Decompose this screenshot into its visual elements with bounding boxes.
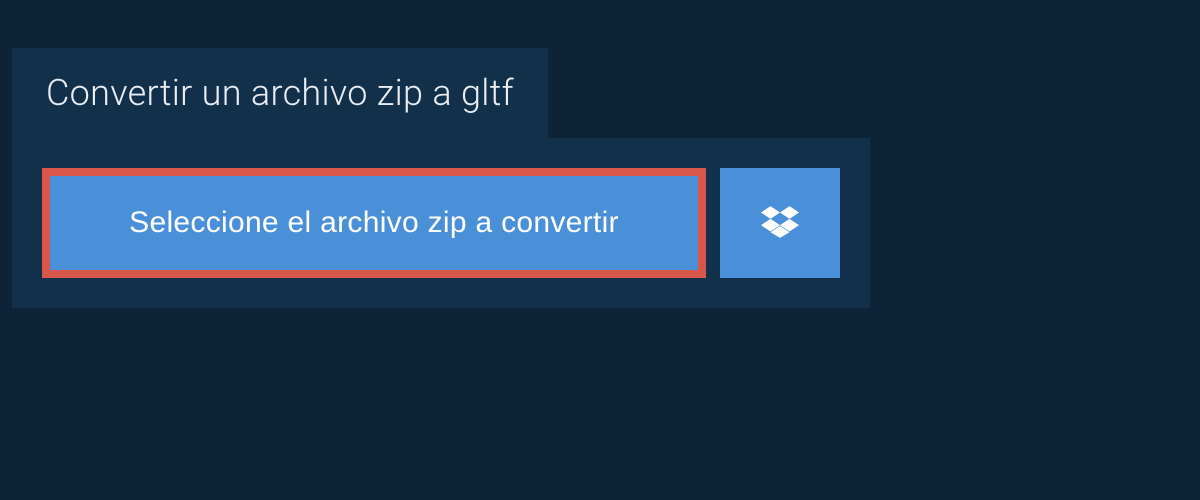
dropbox-button[interactable] [720, 168, 840, 278]
dropbox-icon [761, 203, 799, 244]
title-tab: Convertir un archivo zip a gltf [12, 48, 548, 138]
select-file-button[interactable]: Seleccione el archivo zip a convertir [42, 168, 706, 278]
page-title: Convertir un archivo zip a gltf [46, 72, 514, 114]
upload-panel: Seleccione el archivo zip a convertir [12, 138, 870, 308]
select-file-label: Seleccione el archivo zip a convertir [129, 206, 619, 240]
